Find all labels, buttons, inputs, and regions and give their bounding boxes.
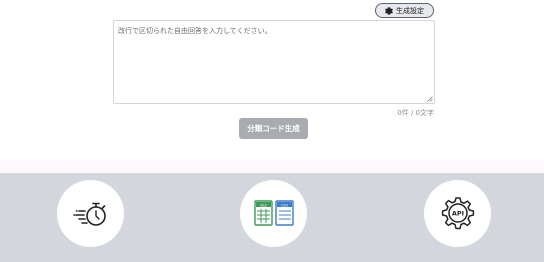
item-char-counter: 0件 / 0文字	[397, 109, 434, 117]
free-answer-input[interactable]	[113, 20, 435, 104]
fast-stopwatch-icon	[72, 202, 106, 226]
api-label: API	[451, 209, 463, 217]
feature-file-import: XLS CSV	[240, 180, 307, 247]
generation-settings-label: 生成設定	[396, 6, 424, 15]
resize-grip-icon[interactable]	[427, 96, 433, 102]
feature-speed	[57, 180, 124, 247]
generate-codes-button[interactable]: 分類コード生成	[239, 118, 308, 139]
csv-file-label: CSV	[280, 203, 288, 207]
generation-settings-button[interactable]: 生成設定	[375, 3, 434, 18]
section-divider	[0, 160, 544, 173]
gear-icon	[385, 6, 393, 15]
spreadsheet-files-icon: XLS CSV	[253, 199, 294, 226]
feature-api: API	[424, 180, 491, 247]
api-gear-icon: API	[441, 196, 474, 229]
xls-file-label: XLS	[260, 203, 267, 207]
